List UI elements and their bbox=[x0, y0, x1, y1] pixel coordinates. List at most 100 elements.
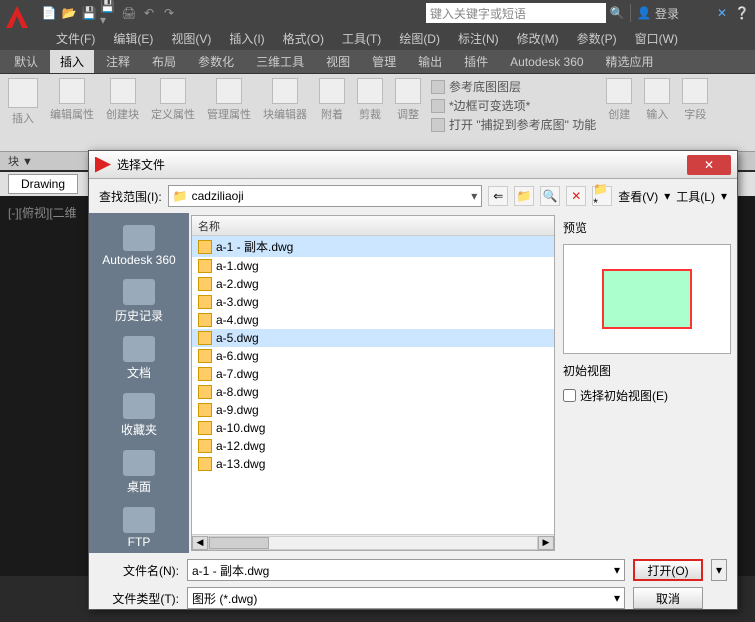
place-history[interactable]: 历史记录 bbox=[111, 275, 167, 328]
ribbon-editattr[interactable]: 编辑属性 bbox=[48, 78, 96, 147]
view-menu[interactable]: 查看(V) bbox=[618, 188, 658, 205]
preview-thumbnail bbox=[602, 269, 692, 329]
exchange-icon[interactable]: ✕ bbox=[713, 4, 731, 22]
menu-tools[interactable]: 工具(T) bbox=[342, 30, 381, 47]
menu-format[interactable]: 格式(O) bbox=[283, 30, 324, 47]
cancel-button[interactable]: 取消 bbox=[633, 587, 703, 609]
ribbon-import[interactable]: 输入 bbox=[642, 78, 672, 147]
search-button[interactable]: 🔍 bbox=[540, 186, 560, 206]
save-icon[interactable]: 💾 bbox=[80, 4, 98, 22]
list-item[interactable]: a-13.dwg bbox=[192, 455, 554, 473]
lookin-combo[interactable]: 📁 cadziliaoji ▾ bbox=[168, 185, 483, 207]
ribbon-createblock[interactable]: 创建块 bbox=[104, 78, 141, 147]
scroll-left-icon[interactable]: ◀ bbox=[192, 536, 208, 550]
tab-layout[interactable]: 布局 bbox=[142, 50, 186, 73]
ribbon-clip[interactable]: 剪裁 bbox=[355, 78, 385, 147]
search-icon[interactable]: 🔍 bbox=[608, 4, 626, 22]
place-a360[interactable]: Autodesk 360 bbox=[98, 221, 179, 271]
ribbon-mgrattr[interactable]: 管理属性 bbox=[205, 78, 253, 147]
tab-drawing[interactable]: Drawing bbox=[8, 174, 78, 194]
tab-featured[interactable]: 精选应用 bbox=[596, 50, 664, 73]
place-fav[interactable]: 收藏夹 bbox=[117, 389, 161, 442]
ribbon-tabs: 默认 插入 注释 布局 参数化 三维工具 视图 管理 输出 插件 Autodes… bbox=[0, 50, 755, 74]
menubar: 文件(F) 编辑(E) 视图(V) 插入(I) 格式(O) 工具(T) 绘图(D… bbox=[0, 26, 755, 50]
list-item[interactable]: a-8.dwg bbox=[192, 383, 554, 401]
column-name[interactable]: 名称 bbox=[192, 216, 554, 236]
file-list[interactable]: a-1 - 副本.dwg a-1.dwg a-2.dwg a-3.dwg a-4… bbox=[192, 236, 554, 534]
list-item[interactable]: a-6.dwg bbox=[192, 347, 554, 365]
tools-menu[interactable]: 工具(L) bbox=[676, 188, 715, 205]
tab-output[interactable]: 输出 bbox=[408, 50, 452, 73]
list-item[interactable]: a-10.dwg bbox=[192, 419, 554, 437]
up-button[interactable]: 📁 bbox=[514, 186, 534, 206]
login-link[interactable]: 登录 bbox=[655, 5, 679, 22]
list-item[interactable]: a-5.dwg bbox=[192, 329, 554, 347]
menu-dim[interactable]: 标注(N) bbox=[458, 30, 499, 47]
dialog-icon bbox=[95, 157, 111, 173]
search-input[interactable]: 键入关键字或短语 bbox=[426, 3, 606, 23]
tab-default[interactable]: 默认 bbox=[4, 50, 48, 73]
dialog-title: 选择文件 bbox=[117, 156, 165, 173]
menu-window[interactable]: 窗口(W) bbox=[635, 30, 678, 47]
tab-annotate[interactable]: 注释 bbox=[96, 50, 140, 73]
menu-draw[interactable]: 绘图(D) bbox=[399, 30, 440, 47]
tab-plugins[interactable]: 插件 bbox=[454, 50, 498, 73]
ribbon-pointcloud[interactable]: 创建 bbox=[604, 78, 634, 147]
place-desktop[interactable]: 桌面 bbox=[119, 446, 159, 499]
ribbon-field[interactable]: 字段 bbox=[680, 78, 710, 147]
list-item[interactable]: a-12.dwg bbox=[192, 437, 554, 455]
filename-input[interactable]: a-1 - 副本.dwg▾ bbox=[187, 559, 625, 581]
list-item[interactable]: a-3.dwg bbox=[192, 293, 554, 311]
new-icon[interactable]: 📄 bbox=[40, 4, 58, 22]
list-item[interactable]: a-1.dwg bbox=[192, 257, 554, 275]
lookin-label: 查找范围(I): bbox=[99, 188, 162, 205]
newfolder-button[interactable]: 📁* bbox=[592, 186, 612, 206]
place-ftp[interactable]: FTP bbox=[119, 503, 159, 553]
menu-file[interactable]: 文件(F) bbox=[56, 30, 95, 47]
undo-icon[interactable]: ↶ bbox=[140, 4, 158, 22]
tab-3d[interactable]: 三维工具 bbox=[246, 50, 314, 73]
ribbon-insert[interactable]: 插入 bbox=[6, 78, 40, 147]
open-button[interactable]: 打开(O) bbox=[633, 559, 703, 581]
hscrollbar[interactable]: ◀ ▶ bbox=[192, 534, 554, 550]
preview-label: 预览 bbox=[563, 219, 731, 236]
filename-label: 文件名(N): bbox=[99, 562, 179, 579]
back-button[interactable]: ⇐ bbox=[488, 186, 508, 206]
saveas-icon[interactable]: 💾▾ bbox=[100, 4, 118, 22]
viewport-label[interactable]: [-][俯视][二维 bbox=[8, 206, 77, 220]
chevron-down-icon: ▾ bbox=[471, 189, 477, 203]
ribbon-defattr[interactable]: 定义属性 bbox=[149, 78, 197, 147]
print-icon[interactable]: 🖨 bbox=[120, 4, 138, 22]
tab-param[interactable]: 参数化 bbox=[188, 50, 244, 73]
menu-view[interactable]: 视图(V) bbox=[171, 30, 211, 47]
menu-modify[interactable]: 修改(M) bbox=[517, 30, 559, 47]
list-item[interactable]: a-7.dwg bbox=[192, 365, 554, 383]
filetype-combo[interactable]: 图形 (*.dwg)▾ bbox=[187, 587, 625, 609]
open-dropdown[interactable]: ▾ bbox=[711, 559, 727, 581]
user-icon[interactable]: 👤 bbox=[635, 4, 653, 22]
list-item[interactable]: a-9.dwg bbox=[192, 401, 554, 419]
list-item[interactable]: a-2.dwg bbox=[192, 275, 554, 293]
ribbon-attach[interactable]: 附着 bbox=[317, 78, 347, 147]
redo-icon[interactable]: ↷ bbox=[160, 4, 178, 22]
close-button[interactable]: ✕ bbox=[687, 155, 731, 175]
ribbon-adjust[interactable]: 调整 bbox=[393, 78, 423, 147]
open-icon[interactable]: 📂 bbox=[60, 4, 78, 22]
tab-manage[interactable]: 管理 bbox=[362, 50, 406, 73]
ribbon-blockedit[interactable]: 块编辑器 bbox=[261, 78, 309, 147]
initialview-checkbox[interactable]: 选择初始视图(E) bbox=[563, 387, 731, 404]
place-docs[interactable]: 文档 bbox=[119, 332, 159, 385]
list-item[interactable]: a-1 - 副本.dwg bbox=[192, 236, 554, 257]
delete-button[interactable]: ✕ bbox=[566, 186, 586, 206]
list-item[interactable]: a-4.dwg bbox=[192, 311, 554, 329]
tab-view[interactable]: 视图 bbox=[316, 50, 360, 73]
menu-insert[interactable]: 插入(I) bbox=[229, 30, 264, 47]
tab-insert[interactable]: 插入 bbox=[50, 50, 94, 73]
scroll-right-icon[interactable]: ▶ bbox=[538, 536, 554, 550]
menu-edit[interactable]: 编辑(E) bbox=[113, 30, 153, 47]
menu-param[interactable]: 参数(P) bbox=[577, 30, 617, 47]
tab-a360[interactable]: Autodesk 360 bbox=[500, 52, 593, 72]
help-icon[interactable]: ❔ bbox=[733, 4, 751, 22]
ribbon-underlay: 参考底图图层 *边框可变选项* 打开 "捕捉到参考底图" 功能 bbox=[431, 78, 596, 147]
autocad-logo[interactable] bbox=[2, 2, 32, 32]
